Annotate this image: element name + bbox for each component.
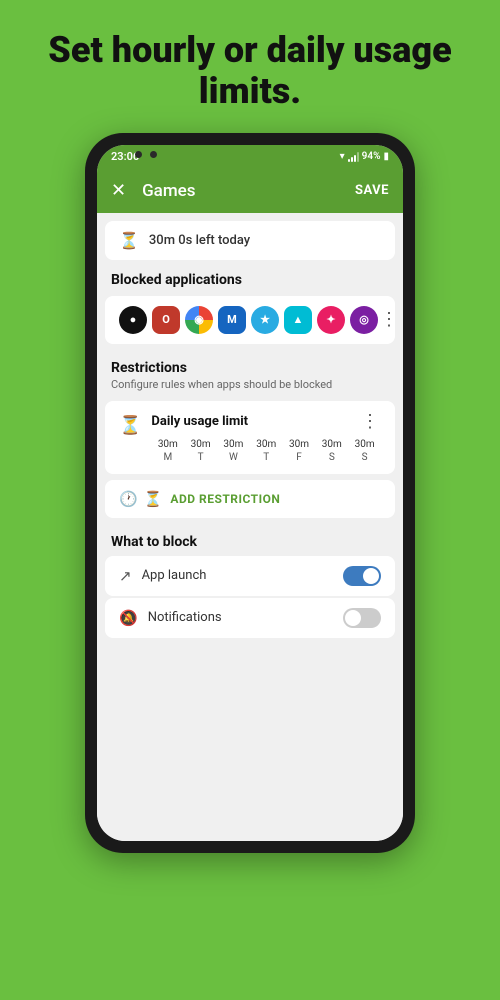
app-icon-4[interactable]: M	[218, 306, 246, 334]
add-restriction-label[interactable]: ADD RESTRICTION	[170, 492, 280, 506]
day-wed: W	[217, 451, 250, 464]
notifications-label: Notifications	[148, 610, 333, 625]
restrictions-title: Restrictions	[111, 360, 389, 376]
battery-icon: ▮	[383, 151, 389, 162]
restrictions-subtitle: Configure rules when apps should be bloc…	[111, 378, 389, 391]
timer-card: ⏳ 30m 0s left today	[105, 221, 395, 260]
clock-icon: 🕐	[119, 490, 138, 508]
time-mon: 30m	[151, 438, 184, 451]
app-bar: ✕ Games SAVE	[97, 169, 403, 213]
daily-limit-header: Daily usage limit ⋮	[151, 411, 381, 432]
app-icon-2[interactable]: O	[152, 306, 180, 334]
notifications-toggle[interactable]	[343, 608, 381, 628]
phone-camera	[135, 151, 157, 158]
blocked-apps-card: ● O ◉ M ★ ▲ ✦ ◎ ⋮	[105, 296, 395, 344]
apps-menu-button[interactable]: ⋮	[378, 309, 400, 330]
app-launch-row: ↗ App launch	[105, 556, 395, 596]
status-icons: ▾ 94% ▮	[340, 151, 389, 162]
daily-limit-content: Daily usage limit ⋮ 30m 30m 30m 30m 30m …	[151, 411, 381, 464]
time-tue: 30m	[184, 438, 217, 451]
day-tue: T	[184, 451, 217, 464]
app-icon-6[interactable]: ▲	[284, 306, 312, 334]
battery-indicator: 94%	[362, 151, 381, 162]
restrictions-section: Restrictions Configure rules when apps s…	[97, 348, 403, 395]
add-restriction-icons: 🕐 ⏳	[119, 490, 162, 508]
app-bar-title: Games	[142, 181, 355, 201]
what-to-block-title: What to block	[97, 526, 403, 554]
day-fri: F	[283, 451, 316, 464]
app-icon-7[interactable]: ✦	[317, 306, 345, 334]
notifications-icon: 🔕	[119, 609, 138, 627]
apps-row: ● O ◉ M ★ ▲ ✦ ◎ ⋮	[119, 306, 381, 334]
time-fri: 30m	[283, 438, 316, 451]
hourglass-icon: ⏳	[119, 231, 139, 250]
times-row: 30m 30m 30m 30m 30m 30m 30m	[151, 438, 381, 451]
time-sun: 30m	[348, 438, 381, 451]
time-sat: 30m	[315, 438, 348, 451]
notifications-row: 🔕 Notifications	[105, 598, 395, 638]
hourglass-green-icon: ⏳	[144, 490, 163, 508]
app-launch-label: App launch	[142, 568, 333, 583]
app-icon-3[interactable]: ◉	[185, 306, 213, 334]
time-wed: 30m	[217, 438, 250, 451]
add-restriction-card[interactable]: 🕐 ⏳ ADD RESTRICTION	[105, 480, 395, 518]
timer-text: 30m 0s left today	[149, 233, 250, 248]
daily-limit-menu[interactable]: ⋮	[359, 411, 381, 432]
daily-limit-hourglass: ⏳	[119, 415, 141, 436]
signal-icon	[348, 152, 359, 162]
days-row: M T W T F S S	[151, 451, 381, 464]
daily-limit-grid: 30m 30m 30m 30m 30m 30m 30m M T W	[151, 438, 381, 464]
day-sun: S	[348, 451, 381, 464]
daily-limit-title: Daily usage limit	[151, 414, 248, 429]
app-launch-icon: ↗	[119, 567, 132, 585]
phone-screen: 23:06 ▾ 94% ▮ ✕ Games SAVE	[97, 145, 403, 841]
close-button[interactable]: ✕	[111, 180, 126, 201]
wifi-icon: ▾	[340, 151, 345, 162]
time-thu: 30m	[250, 438, 283, 451]
save-button[interactable]: SAVE	[355, 183, 389, 198]
day-sat: S	[315, 451, 348, 464]
headline: Set hourly or daily usage limits.	[0, 0, 500, 133]
app-icon-8[interactable]: ◎	[350, 306, 378, 334]
app-icon-5[interactable]: ★	[251, 306, 279, 334]
app-icons-list: ● O ◉ M ★ ▲ ✦ ◎	[119, 306, 378, 334]
day-thu: T	[250, 451, 283, 464]
daily-limit-card: ⏳ Daily usage limit ⋮ 30m 30m 30m 30m 30…	[105, 401, 395, 474]
screen-content: ⏳ 30m 0s left today Blocked applications…	[97, 213, 403, 841]
phone-mockup: 23:06 ▾ 94% ▮ ✕ Games SAVE	[85, 133, 415, 853]
day-mon: M	[151, 451, 184, 464]
app-launch-toggle[interactable]	[343, 566, 381, 586]
app-icon-1[interactable]: ●	[119, 306, 147, 334]
blocked-apps-title: Blocked applications	[97, 260, 403, 292]
